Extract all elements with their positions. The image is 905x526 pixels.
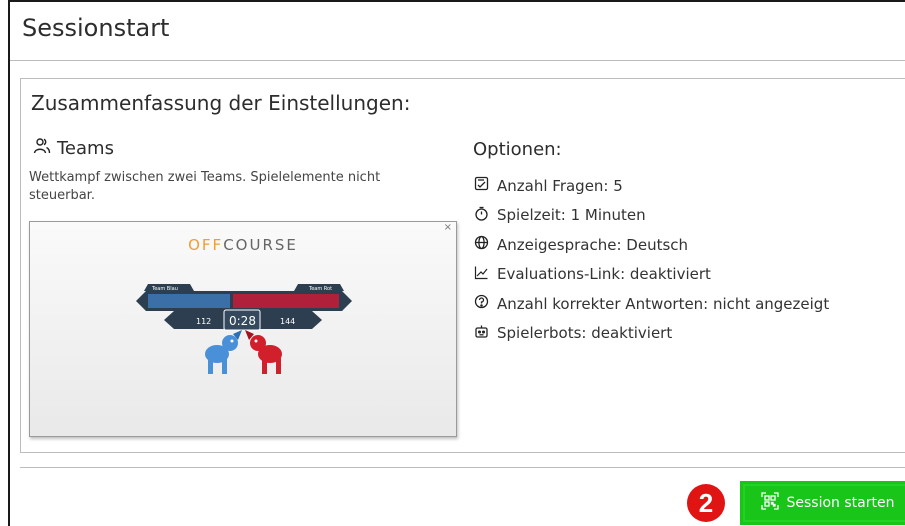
footer-divider: [20, 467, 905, 468]
chart-line-icon: [473, 265, 489, 284]
page-title: Sessionstart: [22, 14, 170, 42]
score-right: 144: [280, 317, 295, 326]
settings-summary-card: Zusammenfassung der Einstellungen: Teams…: [20, 78, 905, 453]
globe-icon: [473, 235, 489, 254]
robot-icon: [473, 324, 489, 343]
summary-heading: Zusammenfassung der Einstellungen:: [31, 91, 411, 115]
option-display-language: Anzeigesprache: Deutsch: [473, 230, 829, 260]
timer: 0:28: [229, 314, 256, 328]
start-session-label: Session starten: [786, 495, 895, 511]
qr-code-icon: [760, 492, 779, 514]
question-icon: [473, 294, 489, 313]
stopwatch-icon: [473, 206, 489, 225]
blue-dog-mascot: [205, 330, 242, 374]
game-mode: Teams: [33, 137, 114, 160]
step-badge: 2: [687, 484, 725, 522]
options-list: Anzahl Fragen: 5 Spielzeit: 1 Minuten An…: [473, 171, 829, 348]
users-icon: [33, 137, 51, 160]
title-divider: [10, 60, 905, 61]
option-evaluation-link: Evaluations-Link: deaktiviert: [473, 260, 829, 290]
red-dog-mascot: [245, 330, 282, 374]
checklist-icon: [473, 176, 489, 195]
start-session-button[interactable]: Session starten: [740, 481, 905, 525]
option-correct-answers: Anzahl korrekter Antworten: nicht angeze…: [473, 289, 829, 319]
session-start-panel: Sessionstart Zusammenfassung der Einstel…: [8, 0, 905, 526]
game-mode-label: Teams: [57, 138, 114, 159]
option-game-time: Spielzeit: 1 Minuten: [473, 201, 829, 231]
game-mode-description: Wettkampf zwischen zwei Teams. Spielelem…: [29, 170, 381, 203]
score-left: 112: [196, 317, 211, 326]
options-title: Optionen:: [473, 139, 562, 160]
team-scoreboard-illustration: Team Blau Team Rot 112 0:28 144: [136, 284, 352, 374]
option-question-count: Anzahl Fragen: 5: [473, 171, 829, 201]
option-player-bots: Spielerbots: deaktiviert: [473, 319, 829, 349]
game-preview-image: × OFFCOURSE Team Blau Team Rot 112 0:28: [29, 221, 457, 437]
